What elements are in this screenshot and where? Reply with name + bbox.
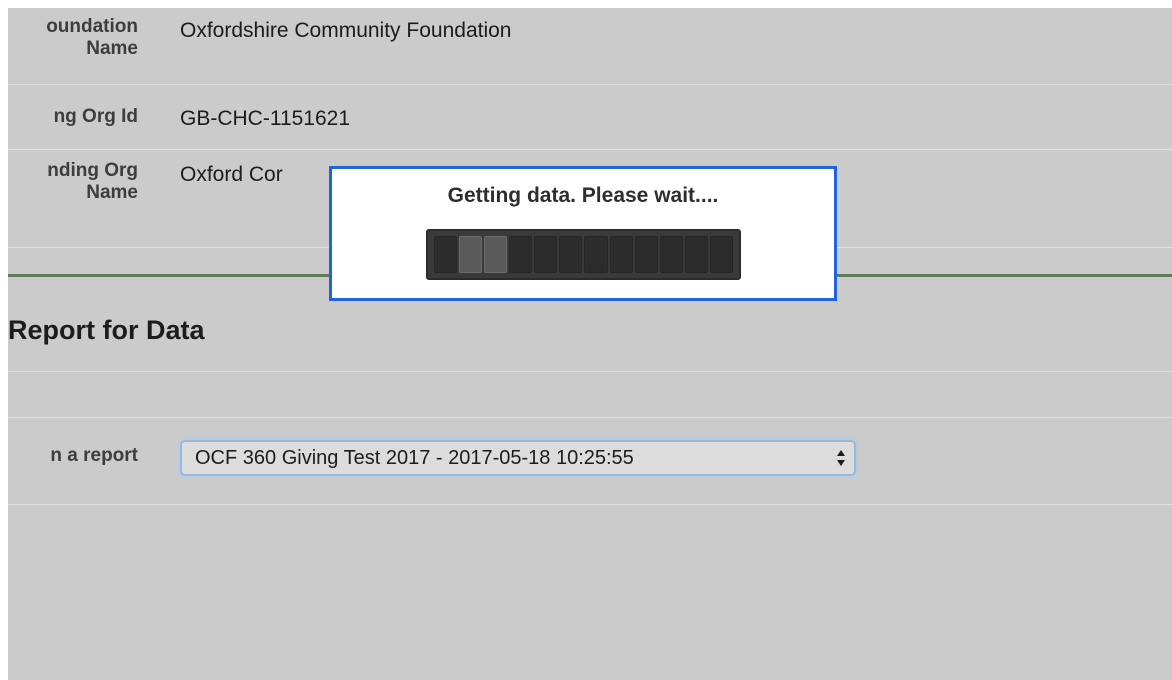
progress-segment [509,236,533,273]
report-select-label: n a report [50,445,138,466]
loading-dialog: Getting data. Please wait.... [329,166,837,301]
progress-segment [484,236,508,273]
progress-segment [534,236,558,273]
foundation-name-label: oundation Name [46,16,138,59]
report-select-row: n a report OCF 360 Giving Test 2017 - 20… [8,417,1172,505]
foundation-name-row: oundation Name Oxfordshire Community Fou… [8,8,1172,85]
loading-message: Getting data. Please wait.... [447,184,719,207]
page-overlay-background: oundation Name Oxfordshire Community Fou… [8,8,1172,680]
funding-org-name-value: Oxford Cor [180,163,283,186]
title-divider [8,371,1172,372]
report-select[interactable]: OCF 360 Giving Test 2017 - 2017-05-18 10… [180,440,856,476]
section-title: Report for Data [8,315,205,345]
progress-bar [426,229,741,280]
report-select-value: OCF 360 Giving Test 2017 - 2017-05-18 10… [195,447,634,469]
funding-org-id-row: ng Org Id GB-CHC-1151621 [8,85,1172,150]
progress-segment [584,236,608,273]
progress-segment [609,236,633,273]
progress-segment [634,236,658,273]
funding-org-id-value: GB-CHC-1151621 [180,107,351,130]
up-down-arrows-icon [837,450,845,466]
progress-segment [684,236,708,273]
foundation-name-value: Oxfordshire Community Foundation [180,19,512,42]
funding-org-name-label: nding Org Name [47,160,138,203]
progress-segment [459,236,483,273]
progress-segment [659,236,683,273]
progress-segment [559,236,583,273]
progress-segment [709,236,733,273]
progress-segment [434,236,458,273]
funding-org-id-label: ng Org Id [53,106,138,127]
